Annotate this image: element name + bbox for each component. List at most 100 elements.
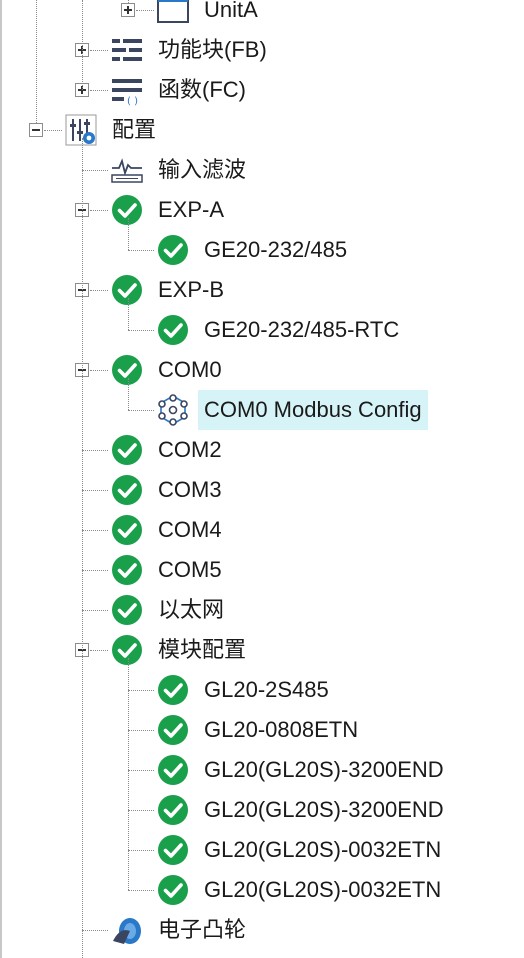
tree-node-label: 以太网 xyxy=(158,597,225,622)
check-circle-icon xyxy=(156,793,190,827)
tree-node[interactable]: 配置 xyxy=(0,110,524,150)
tree-node[interactable]: GL20(GL20S)-0032ETN xyxy=(0,830,524,870)
tree-node-label: 电子凸轮 xyxy=(158,917,247,942)
tree-node[interactable]: COM0 xyxy=(0,350,524,390)
tree-connector xyxy=(128,330,154,331)
project-tree[interactable]: UnitA 功能块(FB) ( ) 函数(FC) 配置 输入滤波 EXP-A GE… xyxy=(0,0,524,958)
tree-connector xyxy=(128,770,154,771)
function-block-icon xyxy=(110,33,144,67)
tree-connector xyxy=(82,530,108,531)
tree-connector xyxy=(90,90,108,91)
check-circle-icon xyxy=(110,433,144,467)
tree-node-label: GL20(GL20S)-3200END xyxy=(204,797,444,822)
tree-node[interactable]: COM3 xyxy=(0,470,524,510)
tree-node[interactable]: 输入滤波 xyxy=(0,150,524,190)
tree-connector xyxy=(128,850,154,851)
tree-node[interactable]: GE20-232/485-RTC xyxy=(0,310,524,350)
tree-connector xyxy=(128,378,129,410)
tree-node[interactable]: GL20(GL20S)-0032ETN xyxy=(0,870,524,910)
tree-connector xyxy=(128,0,129,3)
tree-connector xyxy=(82,170,108,171)
tree-node-label: COM0 xyxy=(158,357,222,382)
input-filter-icon xyxy=(110,153,144,187)
tree-node-label: 配置 xyxy=(112,117,157,142)
tree-node-label: GE20-232/485-RTC xyxy=(204,317,400,342)
check-circle-icon xyxy=(110,593,144,627)
tree-connector xyxy=(82,490,108,491)
tree-node-label: GE20-232/485 xyxy=(204,237,348,262)
tree-node-label: UnitA xyxy=(204,0,258,22)
tree-connector xyxy=(82,450,108,451)
tree-connector xyxy=(90,370,108,371)
tree-node[interactable]: GL20-0808ETN xyxy=(0,710,524,750)
tree-connector xyxy=(90,210,108,211)
tree-connector xyxy=(82,610,108,611)
tree-node[interactable]: EXP-A xyxy=(0,190,524,230)
tree-node[interactable]: UnitA xyxy=(0,0,524,30)
tree-connector xyxy=(82,138,83,930)
check-circle-icon xyxy=(110,513,144,547)
config-settings-icon xyxy=(64,113,98,147)
tree-connector xyxy=(136,10,154,11)
check-circle-icon xyxy=(156,873,190,907)
tree-node-label: COM2 xyxy=(158,437,222,462)
tree-node[interactable]: GL20(GL20S)-3200END xyxy=(0,790,524,830)
tree-connector xyxy=(82,0,83,90)
tree-connector xyxy=(128,250,154,251)
tree-node[interactable]: COM0 Modbus Config xyxy=(0,390,524,430)
tree-connector xyxy=(82,930,83,958)
tree-node-label: 模块配置 xyxy=(158,637,247,662)
modbus-network-icon xyxy=(156,393,190,427)
check-circle-icon xyxy=(156,313,190,347)
tree-node-label: COM5 xyxy=(158,557,222,582)
tree-node[interactable]: ( ) 函数(FC) xyxy=(0,70,524,110)
tree-node-label: COM4 xyxy=(158,517,222,542)
unit-frame-icon xyxy=(156,0,190,27)
tree-connector xyxy=(128,730,154,731)
check-circle-icon xyxy=(156,673,190,707)
expand-toggle[interactable] xyxy=(121,3,135,17)
check-circle-icon xyxy=(110,193,144,227)
tree-node[interactable]: COM5 xyxy=(0,550,524,590)
tree-connector xyxy=(128,658,129,890)
svg-text:( ): ( ) xyxy=(127,96,138,107)
tree-node-label: 函数(FC) xyxy=(158,77,246,102)
tree-connector xyxy=(128,890,154,891)
collapse-toggle[interactable] xyxy=(29,123,43,137)
tree-node[interactable]: COM2 xyxy=(0,430,524,470)
check-circle-icon xyxy=(110,553,144,587)
tree-node-label: 输入滤波 xyxy=(158,157,247,182)
tree-node-label: GL20-0808ETN xyxy=(204,717,359,742)
tree-connector xyxy=(82,930,108,931)
check-circle-icon xyxy=(110,633,144,667)
tree-node[interactable]: COM4 xyxy=(0,510,524,550)
tree-node[interactable]: 功能块(FB) xyxy=(0,30,524,70)
check-circle-icon xyxy=(110,353,144,387)
tree-connector xyxy=(128,218,129,250)
tree-node[interactable]: GL20-2S485 xyxy=(0,670,524,710)
tree-connector xyxy=(90,290,108,291)
electronic-cam-icon xyxy=(110,913,144,947)
tree-node[interactable]: 电子凸轮 xyxy=(0,910,524,950)
tree-node-label: GL20(GL20S)-3200END xyxy=(204,757,444,782)
tree-node[interactable]: 模块配置 xyxy=(0,630,524,670)
check-circle-icon xyxy=(156,233,190,267)
tree-node[interactable]: 以太网 xyxy=(0,590,524,630)
tree-node[interactable]: EXP-B xyxy=(0,270,524,310)
tree-connector xyxy=(44,130,62,131)
tree-node[interactable]: GL20(GL20S)-3200END xyxy=(0,750,524,790)
tree-connector xyxy=(128,690,154,691)
function-icon: ( ) xyxy=(110,73,144,107)
tree-node[interactable]: GE20-232/485 xyxy=(0,230,524,270)
tree-connector xyxy=(90,50,108,51)
tree-connector xyxy=(128,410,154,411)
check-circle-icon xyxy=(110,273,144,307)
tree-node-label: GL20(GL20S)-0032ETN xyxy=(204,877,442,902)
tree-node-label: GL20(GL20S)-0032ETN xyxy=(204,837,442,862)
check-circle-icon xyxy=(156,713,190,747)
tree-connector xyxy=(90,650,108,651)
tree-connector xyxy=(128,810,154,811)
tree-node-label: COM0 Modbus Config xyxy=(198,390,428,430)
tree-node-label: GL20-2S485 xyxy=(204,677,329,702)
tree-connector xyxy=(82,570,108,571)
